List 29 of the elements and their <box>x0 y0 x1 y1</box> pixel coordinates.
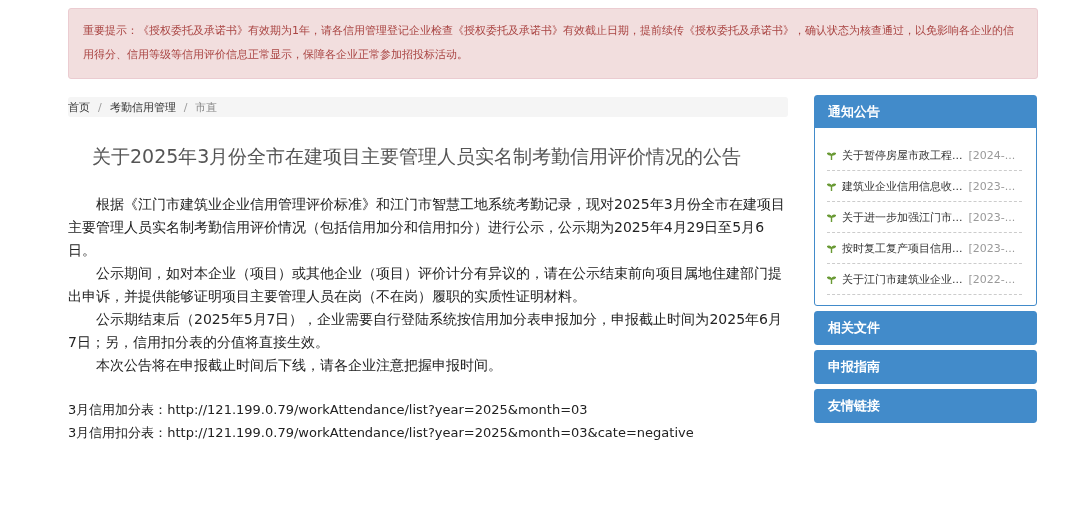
link-line: 3月信用扣分表：http://121.199.0.79/workAttendance/list?year=2025&month=03&cate=negative <box>68 424 695 442</box>
breadcrumb-separator: / <box>98 100 102 114</box>
notice-link[interactable]: 建筑业企业信用信息收... <box>842 178 963 194</box>
notice-link[interactable]: 按时复工复产项目信用... <box>842 240 963 256</box>
sprout-icon <box>827 212 836 222</box>
sprout-icon <box>827 181 836 191</box>
sprout-icon <box>827 150 836 160</box>
notice-date: [2024-... <box>968 148 1016 162</box>
notice-link[interactable]: 关于进一步加强江门市... <box>842 209 963 225</box>
notice-link[interactable]: 关于江门市建筑业企业... <box>842 271 963 287</box>
sprout-icon <box>827 243 836 253</box>
article-paragraph: 本次公告将在申报截止时间后下线，请各企业注意把握申报时间。 <box>95 356 503 375</box>
panel-header[interactable]: 通知公告 <box>815 96 1036 128</box>
breadcrumb-link[interactable]: 考勤信用管理 <box>109 99 176 115</box>
breadcrumb-link[interactable]: 首页 <box>68 99 90 115</box>
notice-link[interactable]: 关于暂停房屋市政工程... <box>842 147 963 163</box>
article-title: 关于2025年3月份全市在建项目主要管理人员实名制考勤信用评价情况的公告 <box>92 144 743 169</box>
link-line: 3月信用加分表：http://121.199.0.79/workAttendance/list?year=2025&month=03 <box>68 401 589 419</box>
notice-date: [2023-... <box>968 179 1016 193</box>
notice-date: [2023-... <box>968 241 1016 255</box>
current-page-label: 市直 <box>195 99 218 115</box>
alert-banner: 重要提示：《授权委托及承诺书》有效期为1年，请各信用管理登记企业检查《授权委托及承诺书》有效截止日期，提前续传《授权委托及承诺书》，确认状态为核查通过，以免影响各企业的信用得分、信用等级等信用评价信息正常显示，保障各企业正常参加招投标活动。 <box>68 8 1038 79</box>
article-paragraph: 公示期结束后（2025年5月7日），企业需要自行登陆系统按信用加分表申报加分，申报截止时间为2025年6月7日；另，信用扣分表的分值将直接生效。 <box>68 310 783 352</box>
article-paragraph: 根据《江门市建筑业企业信用管理评价标准》和江门市智慧工地系统考勤记录，现对2025年3月份全市在建项目主要管理人员实名制考勤信用评价情况（包括信用加分和信用扣分）进行公示，公示期为2025年4月29日至5月6日。 <box>68 195 786 260</box>
breadcrumb-separator: / <box>183 100 188 114</box>
sprout-icon <box>827 274 836 284</box>
notice-date: [2023-... <box>968 210 1016 224</box>
notice-date: [2022-... <box>968 272 1016 286</box>
article-paragraph: 公示期间，如对本企业（项目）或其他企业（项目）评价计分有异议的，请在公示结束前向项目属地住建部门提出申诉，并提供能够证明项目主要管理人员在岗（不在岗）履职的实质性证明材料。 <box>68 264 783 306</box>
